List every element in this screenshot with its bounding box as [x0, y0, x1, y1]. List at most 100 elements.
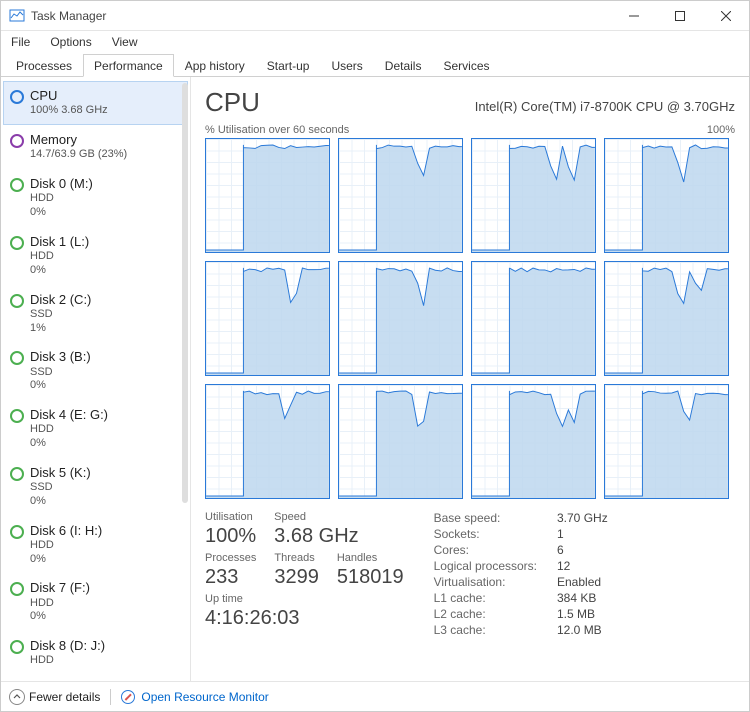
sidebar-item-sub1: HDD	[30, 539, 102, 553]
sidebar-item-title: Disk 1 (L:)	[30, 234, 89, 250]
info-key: L3 cache:	[434, 623, 537, 637]
sidebar-item-disk-0-m-[interactable]: Disk 0 (M:)HDD0%	[3, 169, 188, 227]
tab-app-history[interactable]: App history	[174, 54, 256, 77]
close-button[interactable]	[703, 1, 749, 31]
chevron-up-icon[interactable]	[9, 689, 25, 705]
cpu-graph-lp8	[604, 261, 729, 376]
tab-users[interactable]: Users	[320, 54, 373, 77]
sidebar-item-sub1: SSD	[30, 481, 91, 495]
disk-icon	[10, 294, 24, 308]
page-title: CPU	[205, 87, 260, 118]
sidebar-item-disk-8-d-j-[interactable]: Disk 8 (D: J:)HDD	[3, 631, 188, 675]
app-icon	[9, 8, 25, 24]
sidebar-item-title: Disk 4 (E: G:)	[30, 407, 108, 423]
sidebar-item-disk-4-e-g-[interactable]: Disk 4 (E: G:)HDD0%	[3, 400, 188, 458]
cpu-icon	[10, 90, 24, 104]
menu-file[interactable]: File	[5, 33, 36, 51]
sidebar-item-title: Memory	[30, 132, 127, 148]
disk-icon	[10, 582, 24, 596]
sidebar-item-cpu[interactable]: CPU100% 3.68 GHz	[3, 81, 188, 125]
cpu-name: Intel(R) Core(TM) i7-8700K CPU @ 3.70GHz	[475, 99, 735, 114]
cpu-graph-lp11	[471, 384, 596, 499]
disk-icon	[10, 351, 24, 365]
minimize-button[interactable]	[611, 1, 657, 31]
info-key: Logical processors:	[434, 559, 537, 573]
titlebar: Task Manager	[1, 1, 749, 31]
sidebar-item-title: Disk 7 (F:)	[30, 580, 90, 596]
info-value: 12	[557, 559, 608, 573]
handles-value: 518019	[337, 566, 404, 589]
info-key: Cores:	[434, 543, 537, 557]
open-resource-monitor-link[interactable]: Open Resource Monitor	[141, 690, 268, 704]
info-value: 1	[557, 527, 608, 541]
tab-start-up[interactable]: Start-up	[256, 54, 321, 77]
threads-label: Threads	[274, 552, 319, 564]
info-value: Enabled	[557, 575, 608, 589]
info-key: Virtualisation:	[434, 575, 537, 589]
cpu-graph-lp3	[471, 138, 596, 253]
info-value: 384 KB	[557, 591, 608, 605]
tab-details[interactable]: Details	[374, 54, 433, 77]
statusbar: Fewer details Open Resource Monitor	[1, 681, 749, 711]
uptime-label: Up time	[205, 593, 300, 605]
cpu-graph-grid	[205, 138, 735, 499]
sidebar-item-disk-3-b-[interactable]: Disk 3 (B:)SSD0%	[3, 342, 188, 400]
maximize-button[interactable]	[657, 1, 703, 31]
tab-performance[interactable]: Performance	[83, 54, 174, 77]
menu-view[interactable]: View	[106, 33, 144, 51]
sidebar[interactable]: CPU100% 3.68 GHzMemory14.7/63.9 GB (23%)…	[1, 77, 191, 681]
sidebar-item-sub2: 0%	[30, 437, 108, 451]
info-key: Sockets:	[434, 527, 537, 541]
sidebar-item-sub1: SSD	[30, 366, 91, 380]
sidebar-item-sub2: 0%	[30, 610, 90, 624]
utilisation-value: 100%	[205, 525, 256, 548]
cpu-graph-lp9	[205, 384, 330, 499]
menu-options[interactable]: Options	[44, 33, 97, 51]
graph-axis-right-label: 100%	[707, 124, 735, 136]
graph-axis-left-label: % Utilisation over 60 seconds	[205, 124, 349, 136]
processes-label: Processes	[205, 552, 256, 564]
cpu-graph-lp4	[604, 138, 729, 253]
sidebar-item-title: Disk 2 (C:)	[30, 292, 91, 308]
cpu-graph-lp2	[338, 138, 463, 253]
disk-icon	[10, 640, 24, 654]
sidebar-item-sub2: 0%	[30, 553, 102, 567]
disk-icon	[10, 236, 24, 250]
info-value: 3.70 GHz	[557, 511, 608, 525]
speed-value: 3.68 GHz	[274, 525, 358, 548]
tab-processes[interactable]: Processes	[5, 54, 83, 77]
sidebar-item-disk-6-i-h-[interactable]: Disk 6 (I: H:)HDD0%	[3, 516, 188, 574]
cpu-graph-lp10	[338, 384, 463, 499]
cpu-info-grid: Base speed:3.70 GHzSockets:1Cores:6Logic…	[434, 511, 608, 637]
sidebar-item-sub1: HDD	[30, 597, 90, 611]
sidebar-item-memory[interactable]: Memory14.7/63.9 GB (23%)	[3, 125, 188, 169]
sidebar-item-title: Disk 0 (M:)	[30, 176, 93, 192]
sidebar-item-sub1: SSD	[30, 308, 91, 322]
tabstrip: ProcessesPerformanceApp historyStart-upU…	[1, 53, 749, 77]
cpu-graph-lp7	[471, 261, 596, 376]
disk-icon	[10, 178, 24, 192]
sidebar-item-sub1: HDD	[30, 250, 89, 264]
sidebar-item-title: Disk 3 (B:)	[30, 349, 91, 365]
sidebar-item-disk-1-l-[interactable]: Disk 1 (L:)HDD0%	[3, 227, 188, 285]
uptime-value: 4:16:26:03	[205, 607, 300, 630]
menubar: File Options View	[1, 31, 749, 53]
sidebar-item-disk-5-k-[interactable]: Disk 5 (K:)SSD0%	[3, 458, 188, 516]
main-area: CPU100% 3.68 GHzMemory14.7/63.9 GB (23%)…	[1, 77, 749, 681]
info-value: 12.0 MB	[557, 623, 608, 637]
tab-services[interactable]: Services	[432, 54, 500, 77]
speed-label: Speed	[274, 511, 358, 523]
sidebar-item-sub2: 0%	[30, 379, 91, 393]
sidebar-item-sub1: HDD	[30, 654, 105, 668]
content-pane: CPU Intel(R) Core(TM) i7-8700K CPU @ 3.7…	[191, 77, 749, 681]
sidebar-item-sub2: 0%	[30, 206, 93, 220]
sidebar-item-disk-7-f-[interactable]: Disk 7 (F:)HDD0%	[3, 573, 188, 631]
sidebar-item-sub1: 14.7/63.9 GB (23%)	[30, 148, 127, 162]
fewer-details-button[interactable]: Fewer details	[29, 690, 100, 704]
scrollbar-thumb[interactable]	[182, 83, 188, 503]
sidebar-item-sub2: 1%	[30, 322, 91, 336]
sidebar-item-sub2: 0%	[30, 264, 89, 278]
sidebar-item-sub1: 100% 3.68 GHz	[30, 104, 108, 118]
sidebar-item-disk-2-c-[interactable]: Disk 2 (C:)SSD1%	[3, 285, 188, 343]
cpu-graph-lp5	[205, 261, 330, 376]
